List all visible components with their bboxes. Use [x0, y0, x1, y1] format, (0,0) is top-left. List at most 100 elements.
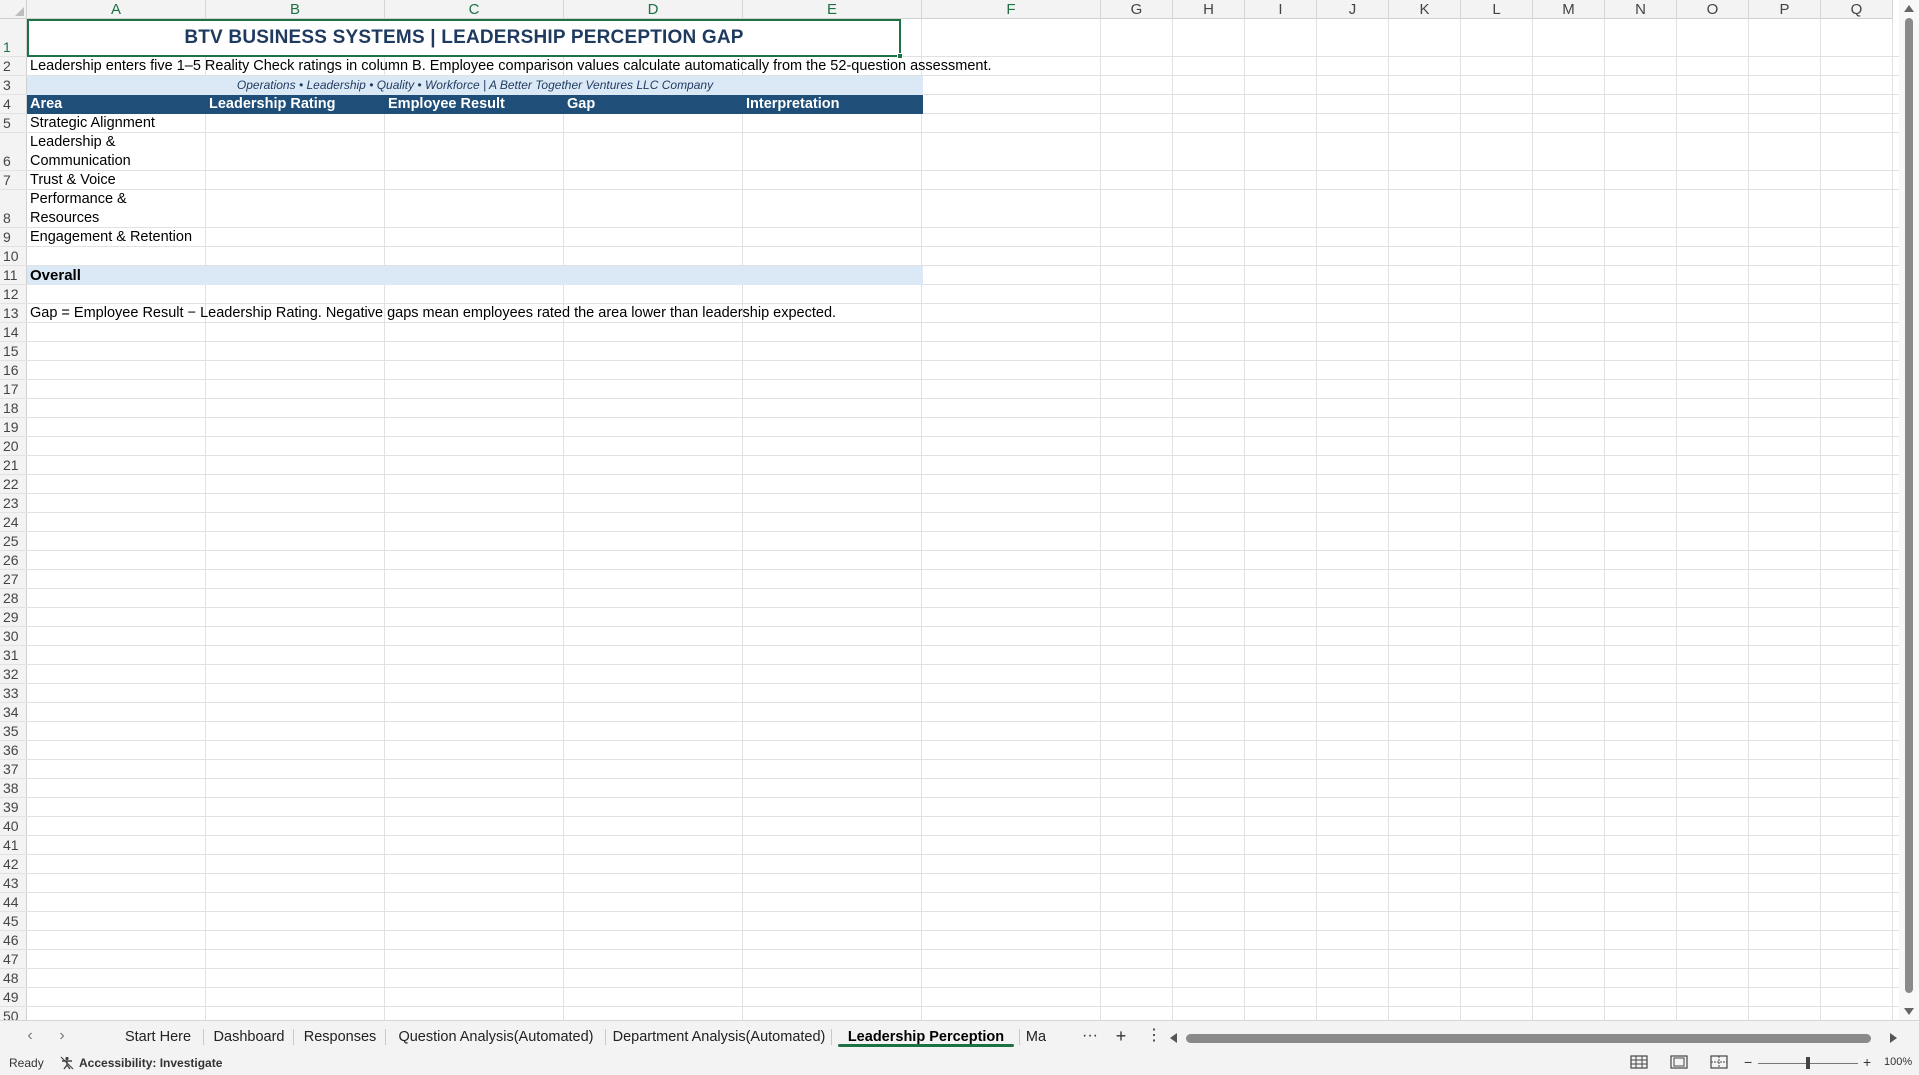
row-header-35[interactable]: 35 — [0, 722, 27, 741]
row-header-45[interactable]: 45 — [0, 912, 27, 931]
row-header-41[interactable]: 41 — [0, 836, 27, 855]
scroll-right-icon[interactable] — [1890, 1033, 1897, 1043]
row-header-23[interactable]: 23 — [0, 494, 27, 513]
row-header-5[interactable]: 5 — [0, 114, 27, 133]
column-header-l[interactable]: L — [1461, 0, 1533, 19]
row-header-36[interactable]: 36 — [0, 741, 27, 760]
row-header-17[interactable]: 17 — [0, 380, 27, 399]
row-header-21[interactable]: 21 — [0, 456, 27, 475]
sheet-tab-leadership-perception-gap[interactable]: Leadership Perception Gap — [832, 1021, 1020, 1075]
row-header-39[interactable]: 39 — [0, 798, 27, 817]
page-break-view-icon[interactable] — [1710, 1055, 1728, 1069]
vertical-scrollbar[interactable] — [1899, 0, 1919, 1020]
column-header-m[interactable]: M — [1533, 0, 1605, 19]
accessibility-icon[interactable] — [60, 1056, 74, 1073]
sheet-tab-question-analysis-automated[interactable]: Question Analysis(Automated) — [386, 1021, 606, 1053]
row-header-1[interactable]: 1 — [0, 19, 27, 57]
scroll-down-icon[interactable] — [1904, 1008, 1914, 1015]
scroll-left-icon[interactable] — [1170, 1033, 1177, 1043]
tab-next-icon[interactable]: › — [52, 1027, 72, 1045]
row-header-47[interactable]: 47 — [0, 950, 27, 969]
column-header-d[interactable]: D — [564, 0, 743, 19]
add-sheet-icon[interactable]: + — [1110, 1021, 1132, 1053]
horizontal-scrollbar[interactable] — [1168, 1031, 1899, 1045]
row-header-14[interactable]: 14 — [0, 323, 27, 342]
column-header-a[interactable]: A — [27, 0, 206, 19]
header-leadership-rating[interactable]: Leadership Rating — [206, 95, 385, 114]
row-header-9[interactable]: 9 — [0, 228, 27, 247]
spreadsheet-grid[interactable]: ABCDEFGHIJKLMNOPQ 1 2 3 4 5 6 7 8 9 10 11 12 13 14 15 1… — [0, 0, 1899, 1020]
zoom-slider-knob[interactable] — [1806, 1057, 1810, 1069]
zoom-in-button[interactable]: + — [1863, 1054, 1871, 1070]
row-header-29[interactable]: 29 — [0, 608, 27, 627]
area-strategic-alignment[interactable]: Strategic Alignment — [27, 114, 202, 133]
sheet-title-cell[interactable]: BTV BUSINESS SYSTEMS | LEADERSHIP PERCEP… — [27, 19, 903, 59]
row-header-19[interactable]: 19 — [0, 418, 27, 437]
scroll-up-icon[interactable] — [1904, 5, 1914, 12]
header-employee-result[interactable]: Employee Result — [385, 95, 564, 114]
row-header-42[interactable]: 42 — [0, 855, 27, 874]
cell-area[interactable]: BTV BUSINESS SYSTEMS | LEADERSHIP PERCEP… — [27, 19, 1899, 1020]
row-header-22[interactable]: 22 — [0, 475, 27, 494]
column-header-o[interactable]: O — [1677, 0, 1749, 19]
header-interpretation[interactable]: Interpretation — [743, 95, 922, 114]
column-header-n[interactable]: N — [1605, 0, 1677, 19]
row-header-46[interactable]: 46 — [0, 931, 27, 950]
sheet-tab-start-here[interactable]: Start Here — [112, 1021, 204, 1053]
sheet-tab-dashboard[interactable]: Dashboard — [204, 1021, 294, 1053]
row-header-12[interactable]: 12 — [0, 285, 27, 304]
row-header-32[interactable]: 32 — [0, 665, 27, 684]
row-header-16[interactable]: 16 — [0, 361, 27, 380]
sheet-tab-department-analysis-automated[interactable]: Department Analysis(Automated) — [606, 1021, 832, 1053]
horizontal-scroll-thumb[interactable] — [1186, 1034, 1871, 1043]
select-all-corner[interactable] — [0, 0, 27, 19]
row-header-30[interactable]: 30 — [0, 627, 27, 646]
row-header-28[interactable]: 28 — [0, 589, 27, 608]
row-header-49[interactable]: 49 — [0, 988, 27, 1007]
instructions-cell[interactable]: Leadership enters five 1–5 Reality Check… — [27, 57, 992, 76]
row-header-44[interactable]: 44 — [0, 893, 27, 912]
row-header-6[interactable]: 6 — [0, 133, 27, 171]
row-header-43[interactable]: 43 — [0, 874, 27, 893]
row-header-4[interactable]: 4 — [0, 95, 27, 114]
row-header-2[interactable]: 2 — [0, 57, 27, 76]
sheet-tab-responses[interactable]: Responses — [294, 1021, 386, 1053]
zoom-out-button[interactable]: − — [1744, 1054, 1752, 1070]
column-header-p[interactable]: P — [1749, 0, 1821, 19]
vertical-scroll-thumb[interactable] — [1905, 18, 1913, 993]
column-header-g[interactable]: G — [1101, 0, 1173, 19]
row-header-40[interactable]: 40 — [0, 817, 27, 836]
tab-prev-icon[interactable]: ‹ — [20, 1027, 40, 1045]
column-header-c[interactable]: C — [385, 0, 564, 19]
zoom-level[interactable]: 100% — [1884, 1056, 1912, 1068]
gap-note-cell[interactable]: Gap = Employee Result − Leadership Ratin… — [27, 304, 836, 323]
row-header-8[interactable]: 8 — [0, 190, 27, 228]
row-header-33[interactable]: 33 — [0, 684, 27, 703]
header-area[interactable]: Area — [27, 95, 206, 114]
sheet-tab-ma[interactable]: Ma — [1020, 1021, 1052, 1053]
row-header-50[interactable]: 50 — [0, 1007, 27, 1020]
area-trust-voice[interactable]: Trust & Voice — [27, 171, 202, 190]
row-header-48[interactable]: 48 — [0, 969, 27, 988]
row-header-20[interactable]: 20 — [0, 437, 27, 456]
area-leadership-communication[interactable]: Leadership & Communication — [27, 133, 147, 171]
row-header-25[interactable]: 25 — [0, 532, 27, 551]
column-header-i[interactable]: I — [1245, 0, 1317, 19]
subtitle-cell[interactable]: Operations • Leadership • Quality • Work… — [27, 76, 923, 95]
row-header-18[interactable]: 18 — [0, 399, 27, 418]
row-header-27[interactable]: 27 — [0, 570, 27, 589]
tab-options-icon[interactable]: ⋮ — [1144, 1021, 1164, 1053]
area-engagement-retention[interactable]: Engagement & Retention — [27, 228, 205, 247]
row-header-11[interactable]: 11 — [0, 266, 27, 285]
row-header-34[interactable]: 34 — [0, 703, 27, 722]
row-header-13[interactable]: 13 — [0, 304, 27, 323]
row-header-38[interactable]: 38 — [0, 779, 27, 798]
overall-label[interactable]: Overall — [27, 266, 206, 285]
row-header-24[interactable]: 24 — [0, 513, 27, 532]
column-header-b[interactable]: B — [206, 0, 385, 19]
row-header-15[interactable]: 15 — [0, 342, 27, 361]
row-header-7[interactable]: 7 — [0, 171, 27, 190]
column-header-j[interactable]: J — [1317, 0, 1389, 19]
page-layout-view-icon[interactable] — [1670, 1055, 1688, 1069]
normal-view-icon[interactable] — [1630, 1055, 1648, 1069]
